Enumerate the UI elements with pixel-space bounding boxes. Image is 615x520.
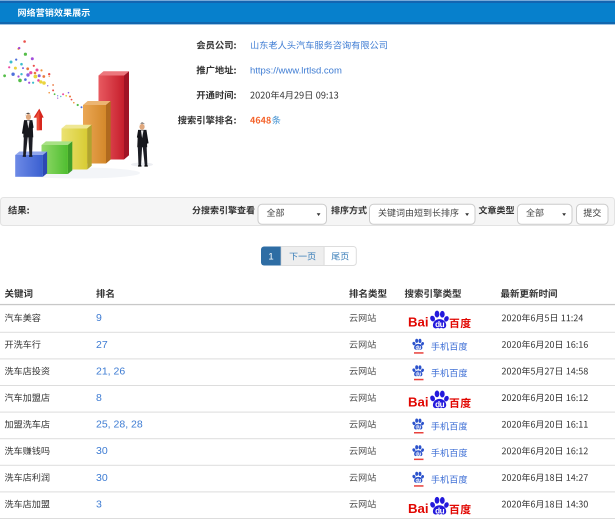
svg-text:Bai: Bai bbox=[408, 501, 429, 516]
svg-text:https://www.lrtlsd.com: https://www.lrtlsd.com bbox=[250, 66, 342, 77]
svg-text:du: du bbox=[415, 478, 421, 484]
svg-text:Bai: Bai bbox=[408, 395, 429, 410]
svg-text:27: 27 bbox=[96, 339, 108, 351]
svg-text:du: du bbox=[435, 400, 445, 409]
svg-text:30: 30 bbox=[96, 472, 108, 484]
svg-text:25, 28, 28: 25, 28, 28 bbox=[96, 419, 143, 431]
svg-text:3: 3 bbox=[96, 498, 102, 510]
svg-text:8: 8 bbox=[96, 392, 102, 404]
svg-text:du: du bbox=[415, 345, 421, 351]
svg-text:1: 1 bbox=[268, 252, 273, 263]
svg-text:du: du bbox=[415, 371, 421, 377]
svg-text:du: du bbox=[435, 506, 445, 515]
svg-text:du: du bbox=[435, 320, 445, 329]
svg-text:21, 26: 21, 26 bbox=[96, 365, 125, 377]
svg-text:du: du bbox=[415, 425, 421, 431]
svg-text:du: du bbox=[415, 451, 421, 457]
svg-text:30: 30 bbox=[96, 445, 108, 457]
svg-text:9: 9 bbox=[96, 312, 102, 324]
svg-text:Bai: Bai bbox=[408, 315, 429, 330]
